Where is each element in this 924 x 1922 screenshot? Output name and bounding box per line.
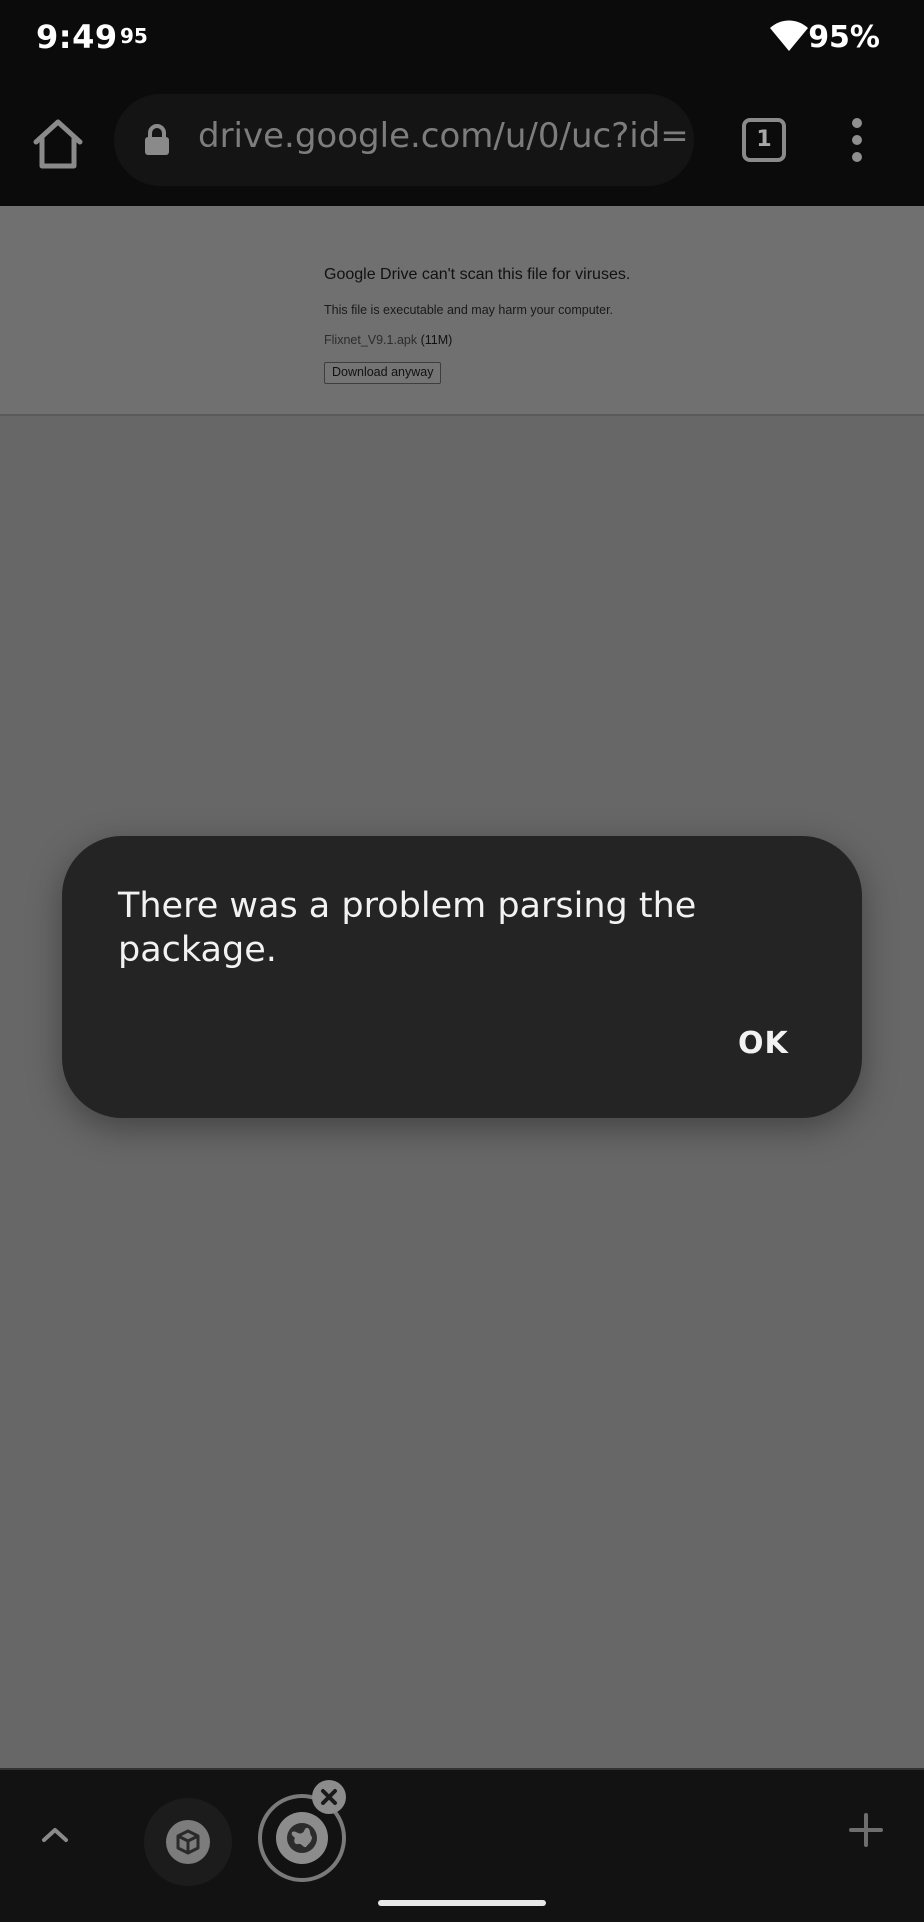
lock-icon <box>145 124 169 155</box>
tab-switcher-icon[interactable]: 1 <box>742 118 786 162</box>
drive-virus-warning: Google Drive can't scan this file for vi… <box>0 206 924 416</box>
status-notification-count: 95 <box>120 24 148 48</box>
ok-button[interactable]: OK <box>738 1026 789 1061</box>
more-vert-icon[interactable] <box>844 118 872 162</box>
download-anyway-button[interactable]: Download anyway <box>324 362 442 384</box>
warning-text: This file is executable and may harm you… <box>324 303 614 317</box>
page-title: Google Drive can't scan this file for vi… <box>324 266 631 283</box>
status-bar: 9:49 95 95% <box>0 0 924 80</box>
file-name-link[interactable]: Flixnet_V9.1.apk <box>324 333 417 347</box>
file-info: Flixnet_V9.1.apk (11M) <box>324 333 452 347</box>
chevron-up-icon[interactable] <box>38 1822 72 1846</box>
home-icon[interactable] <box>28 114 88 174</box>
battery-level: 95% <box>808 20 880 55</box>
address-bar[interactable]: drive.google.com/u/0/uc?id= <box>114 94 694 186</box>
gesture-navigation-bar[interactable] <box>378 1900 546 1906</box>
file-size: (11M) <box>420 333 453 347</box>
status-time: 9:49 <box>36 18 118 56</box>
browser-toolbar: drive.google.com/u/0/uc?id= 1 <box>0 80 924 206</box>
tab-group-icon[interactable] <box>144 1798 232 1886</box>
plus-icon[interactable] <box>848 1812 884 1848</box>
url-text: drive.google.com/u/0/uc?id= <box>198 116 689 156</box>
parse-error-dialog: There was a problem parsing the package.… <box>62 836 862 1118</box>
close-icon[interactable] <box>312 1780 346 1814</box>
globe-icon <box>276 1812 328 1864</box>
bottom-tab-bar <box>0 1768 924 1922</box>
wifi-icon <box>770 20 808 51</box>
dialog-message: There was a problem parsing the package. <box>118 886 697 970</box>
